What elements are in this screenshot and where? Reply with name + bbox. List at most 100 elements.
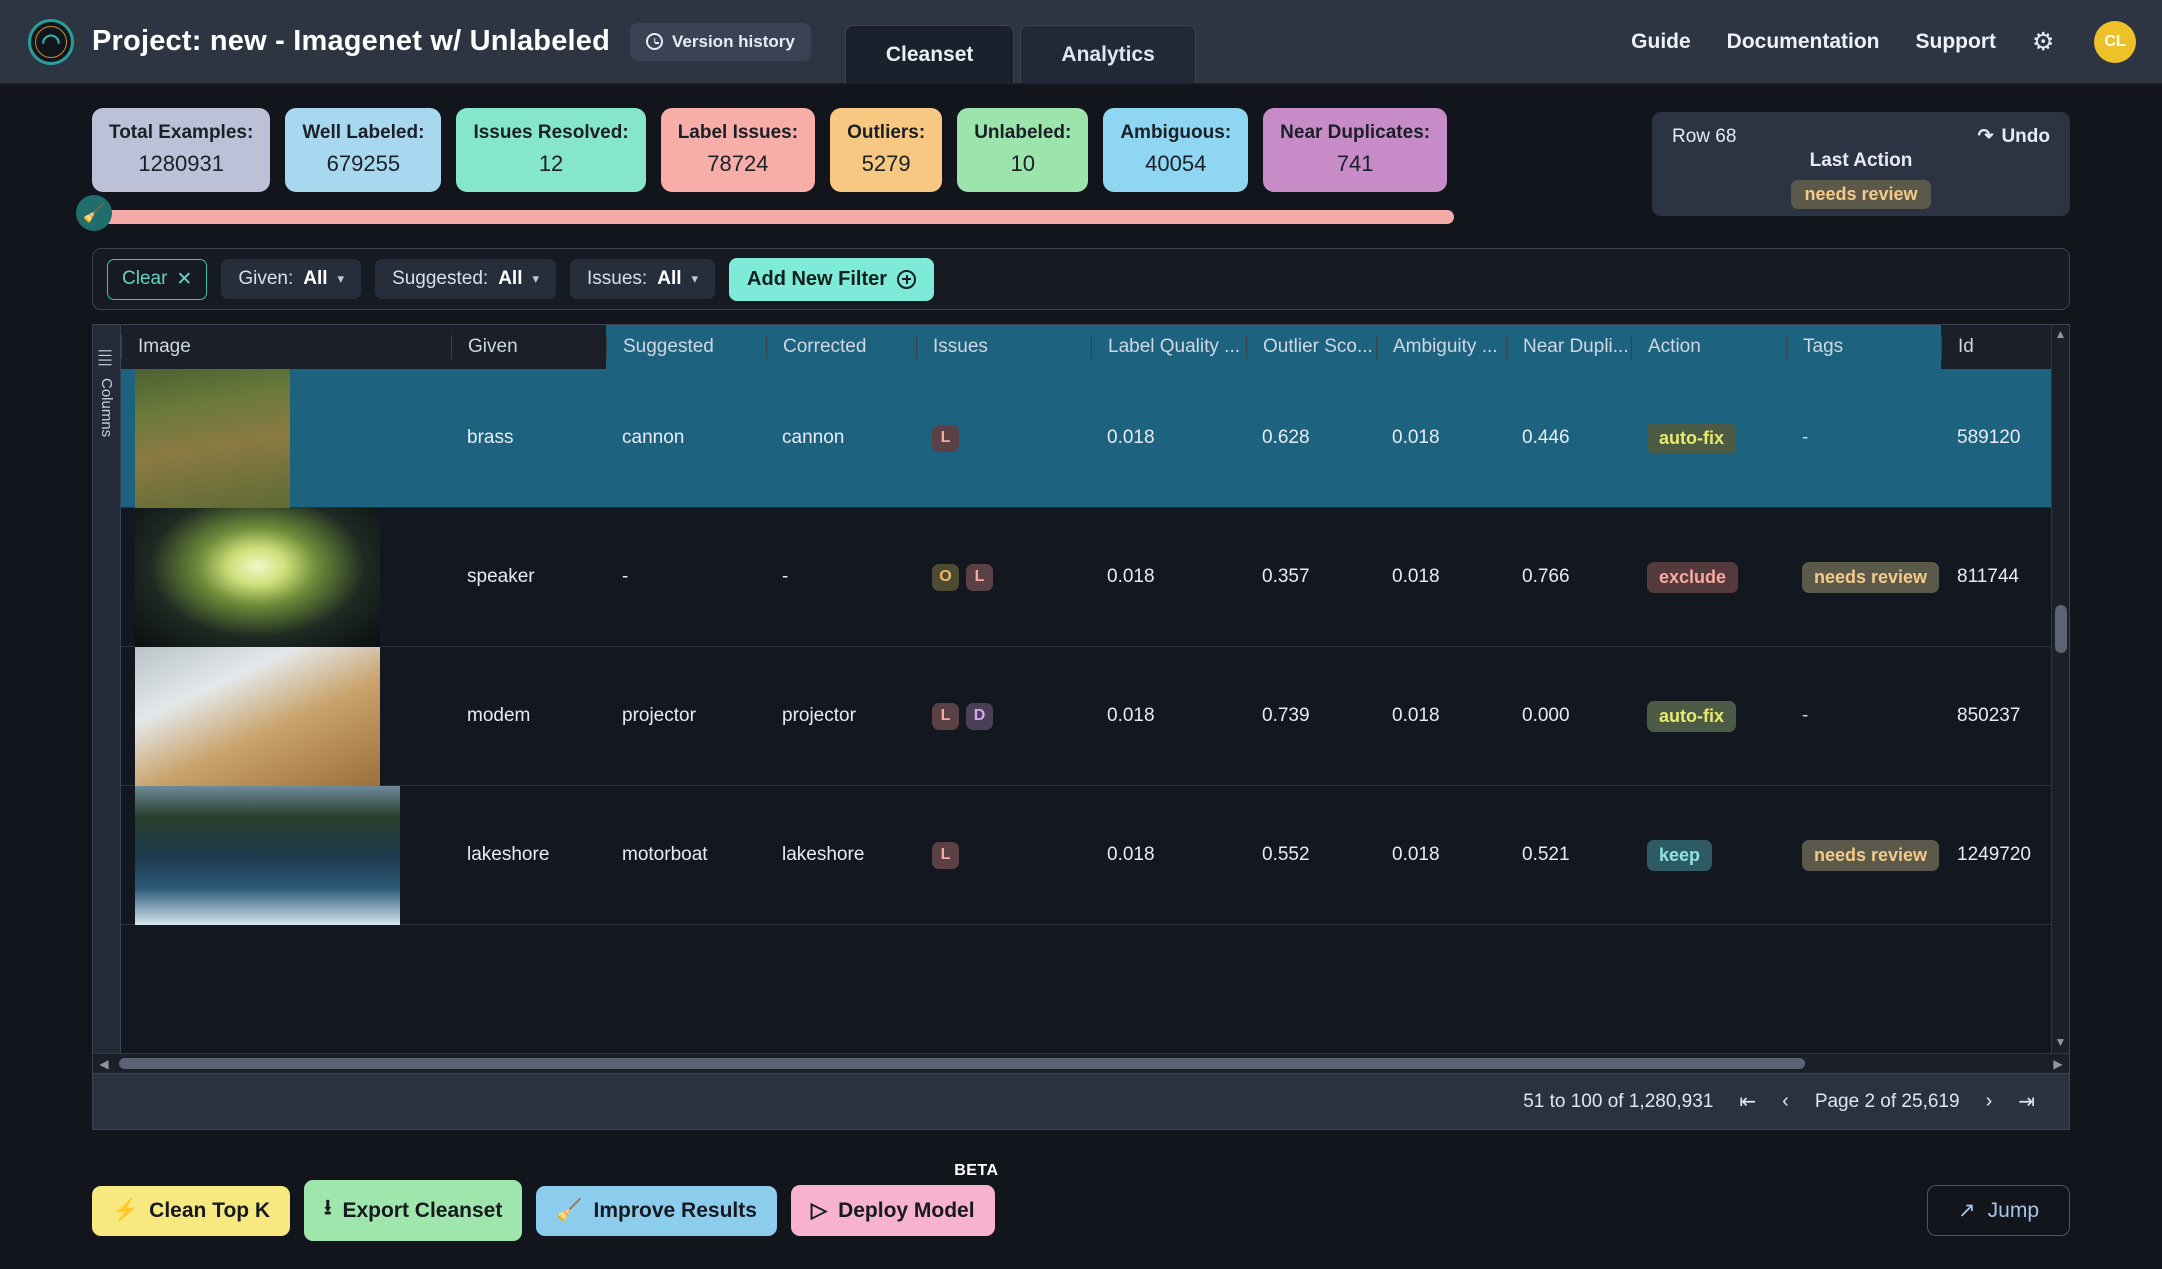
column-header[interactable]: Id [1941, 335, 2061, 359]
last-action-badge: needs review [1791, 180, 1930, 209]
footer-actions: ⚡ Clean Top K ⭳ Export Cleanset 🧹 Improv… [92, 1180, 2070, 1241]
scroll-right-icon[interactable]: ▶ [2047, 1057, 2069, 1071]
cell-issues: L [916, 842, 1091, 869]
row-thumbnail[interactable] [121, 786, 451, 925]
scroll-down-icon[interactable]: ▼ [2052, 1035, 2069, 1051]
issue-badge-o[interactable]: O [932, 564, 959, 591]
row-thumbnail[interactable] [121, 508, 451, 647]
row-thumbnail[interactable] [121, 369, 451, 508]
stat-card[interactable]: Ambiguous:40054 [1103, 108, 1248, 192]
cell-given: modem [451, 705, 606, 727]
issue-badge-d[interactable]: D [966, 703, 993, 730]
gear-icon[interactable]: ⚙ [2032, 29, 2058, 55]
stat-card[interactable]: Near Duplicates:741 [1263, 108, 1447, 192]
column-header[interactable]: Outlier Sco... [1246, 335, 1376, 359]
cell-tags: - [1786, 705, 1941, 727]
column-header[interactable]: Label Quality ... [1091, 335, 1246, 359]
version-history-label: Version history [672, 32, 795, 52]
jump-button[interactable]: ↗ Jump [1927, 1185, 2070, 1236]
filter-chip-suggested[interactable]: Suggested: All ▾ [375, 259, 556, 299]
stat-card[interactable]: Total Examples:1280931 [92, 108, 270, 192]
chevron-down-icon: ▾ [338, 271, 345, 287]
top-bar: ◠ Project: new - Imagenet w/ Unlabeled V… [0, 0, 2162, 84]
filter-key-given: Given: [238, 268, 293, 290]
column-header[interactable]: Action [1631, 335, 1786, 359]
broom-icon: 🧹 [556, 1199, 582, 1223]
vertical-scrollbar[interactable]: ▲ ▼ [2051, 325, 2069, 1053]
clear-filters-button[interactable]: Clear ✕ [107, 259, 207, 300]
add-filter-label: Add New Filter [747, 268, 887, 291]
thumbnail-image [135, 369, 290, 508]
cell-suggested: - [606, 566, 766, 588]
clean-top-k-label: Clean Top K [149, 1199, 270, 1223]
avatar[interactable]: CL [2094, 21, 2136, 63]
tag-empty: - [1802, 705, 1808, 726]
horizontal-scroll-thumb[interactable] [119, 1058, 1805, 1069]
jump-label: Jump [1988, 1199, 2039, 1223]
next-page-icon[interactable]: › [1986, 1090, 1993, 1113]
issue-badge-l[interactable]: L [932, 842, 959, 869]
tag-badge[interactable]: needs review [1802, 562, 1939, 593]
column-header[interactable]: Suggested [606, 335, 766, 359]
clean-top-k-button[interactable]: ⚡ Clean Top K [92, 1186, 290, 1236]
action-badge[interactable]: auto-fix [1647, 423, 1736, 454]
stat-card[interactable]: Unlabeled:10 [957, 108, 1088, 192]
export-cleanset-button[interactable]: ⭳ Export Cleanset [304, 1180, 522, 1241]
action-badge[interactable]: exclude [1647, 562, 1738, 593]
tag-badge[interactable]: needs review [1802, 840, 1939, 871]
last-page-icon[interactable]: ⇥ [2018, 1089, 2035, 1114]
stat-card[interactable]: Label Issues:78724 [661, 108, 815, 192]
columns-rail[interactable]: |||| Columns [93, 325, 121, 1053]
chevron-down-icon: ▾ [532, 271, 539, 287]
table-row[interactable]: brasscannoncannonL0.0180.6280.0180.446au… [121, 369, 2051, 508]
table-row[interactable]: modemprojectorprojectorLD0.0180.7390.018… [121, 647, 2051, 786]
stat-card[interactable]: Well Labeled:679255 [285, 108, 441, 192]
stat-card[interactable]: Outliers:5279 [830, 108, 942, 192]
stat-label: Label Issues: [678, 122, 798, 144]
first-page-icon[interactable]: ⇤ [1739, 1089, 1756, 1114]
vertical-scroll-thumb[interactable] [2055, 605, 2067, 653]
table-row[interactable]: lakeshoremotorboatlakeshoreL0.0180.5520.… [121, 786, 2051, 925]
cell-corrected: projector [766, 705, 916, 727]
column-header[interactable]: Ambiguity ... [1376, 335, 1506, 359]
filter-chip-given[interactable]: Given: All ▾ [221, 259, 361, 299]
column-header[interactable]: Issues [916, 335, 1091, 359]
prev-page-icon[interactable]: ‹ [1782, 1090, 1789, 1113]
filter-key-issues: Issues: [587, 268, 647, 290]
column-header[interactable]: Near Dupli... [1506, 335, 1631, 359]
tab-bar: Cleanset Analytics [845, 25, 1196, 83]
column-header[interactable]: Image [121, 335, 451, 359]
nav-link-guide[interactable]: Guide [1631, 30, 1691, 54]
stat-value: 5279 [847, 151, 925, 177]
version-history-button[interactable]: Version history [630, 23, 811, 61]
issue-badge-l[interactable]: L [932, 425, 959, 452]
action-badge[interactable]: keep [1647, 840, 1712, 871]
improve-results-button[interactable]: 🧹 Improve Results [536, 1186, 777, 1236]
stat-value: 679255 [302, 151, 424, 177]
cell-outlier-score: 0.552 [1246, 844, 1376, 866]
row-thumbnail[interactable] [121, 647, 451, 786]
issue-badge-l[interactable]: L [932, 703, 959, 730]
column-header[interactable]: Tags [1786, 335, 1941, 359]
cell-tags: - [1786, 427, 1941, 449]
tab-analytics[interactable]: Analytics [1020, 25, 1195, 83]
issue-badge-l[interactable]: L [966, 564, 993, 591]
horizontal-scrollbar[interactable]: ◀ ▶ [93, 1053, 2069, 1073]
column-header[interactable]: Given [451, 335, 606, 359]
table-row[interactable]: speaker--OL0.0180.3570.0180.766excludene… [121, 508, 2051, 647]
undo-button[interactable]: ↷ Undo [1978, 125, 2050, 148]
filter-chip-issues[interactable]: Issues: All ▾ [570, 259, 715, 299]
cell-near-duplicate: 0.446 [1506, 427, 1631, 449]
nav-link-support[interactable]: Support [1916, 30, 1996, 54]
cell-outlier-score: 0.357 [1246, 566, 1376, 588]
stat-card[interactable]: Issues Resolved:12 [456, 108, 645, 192]
cell-given: lakeshore [451, 844, 606, 866]
tab-cleanset[interactable]: Cleanset [845, 25, 1015, 83]
page-title: Project: new - Imagenet w/ Unlabeled [92, 25, 610, 58]
add-new-filter-button[interactable]: Add New Filter [729, 258, 934, 301]
scroll-left-icon[interactable]: ◀ [93, 1057, 115, 1071]
column-header[interactable]: Corrected [766, 335, 916, 359]
action-badge[interactable]: auto-fix [1647, 701, 1736, 732]
deploy-model-button[interactable]: BETA ▷ Deploy Model [791, 1185, 995, 1236]
nav-link-documentation[interactable]: Documentation [1727, 30, 1880, 54]
